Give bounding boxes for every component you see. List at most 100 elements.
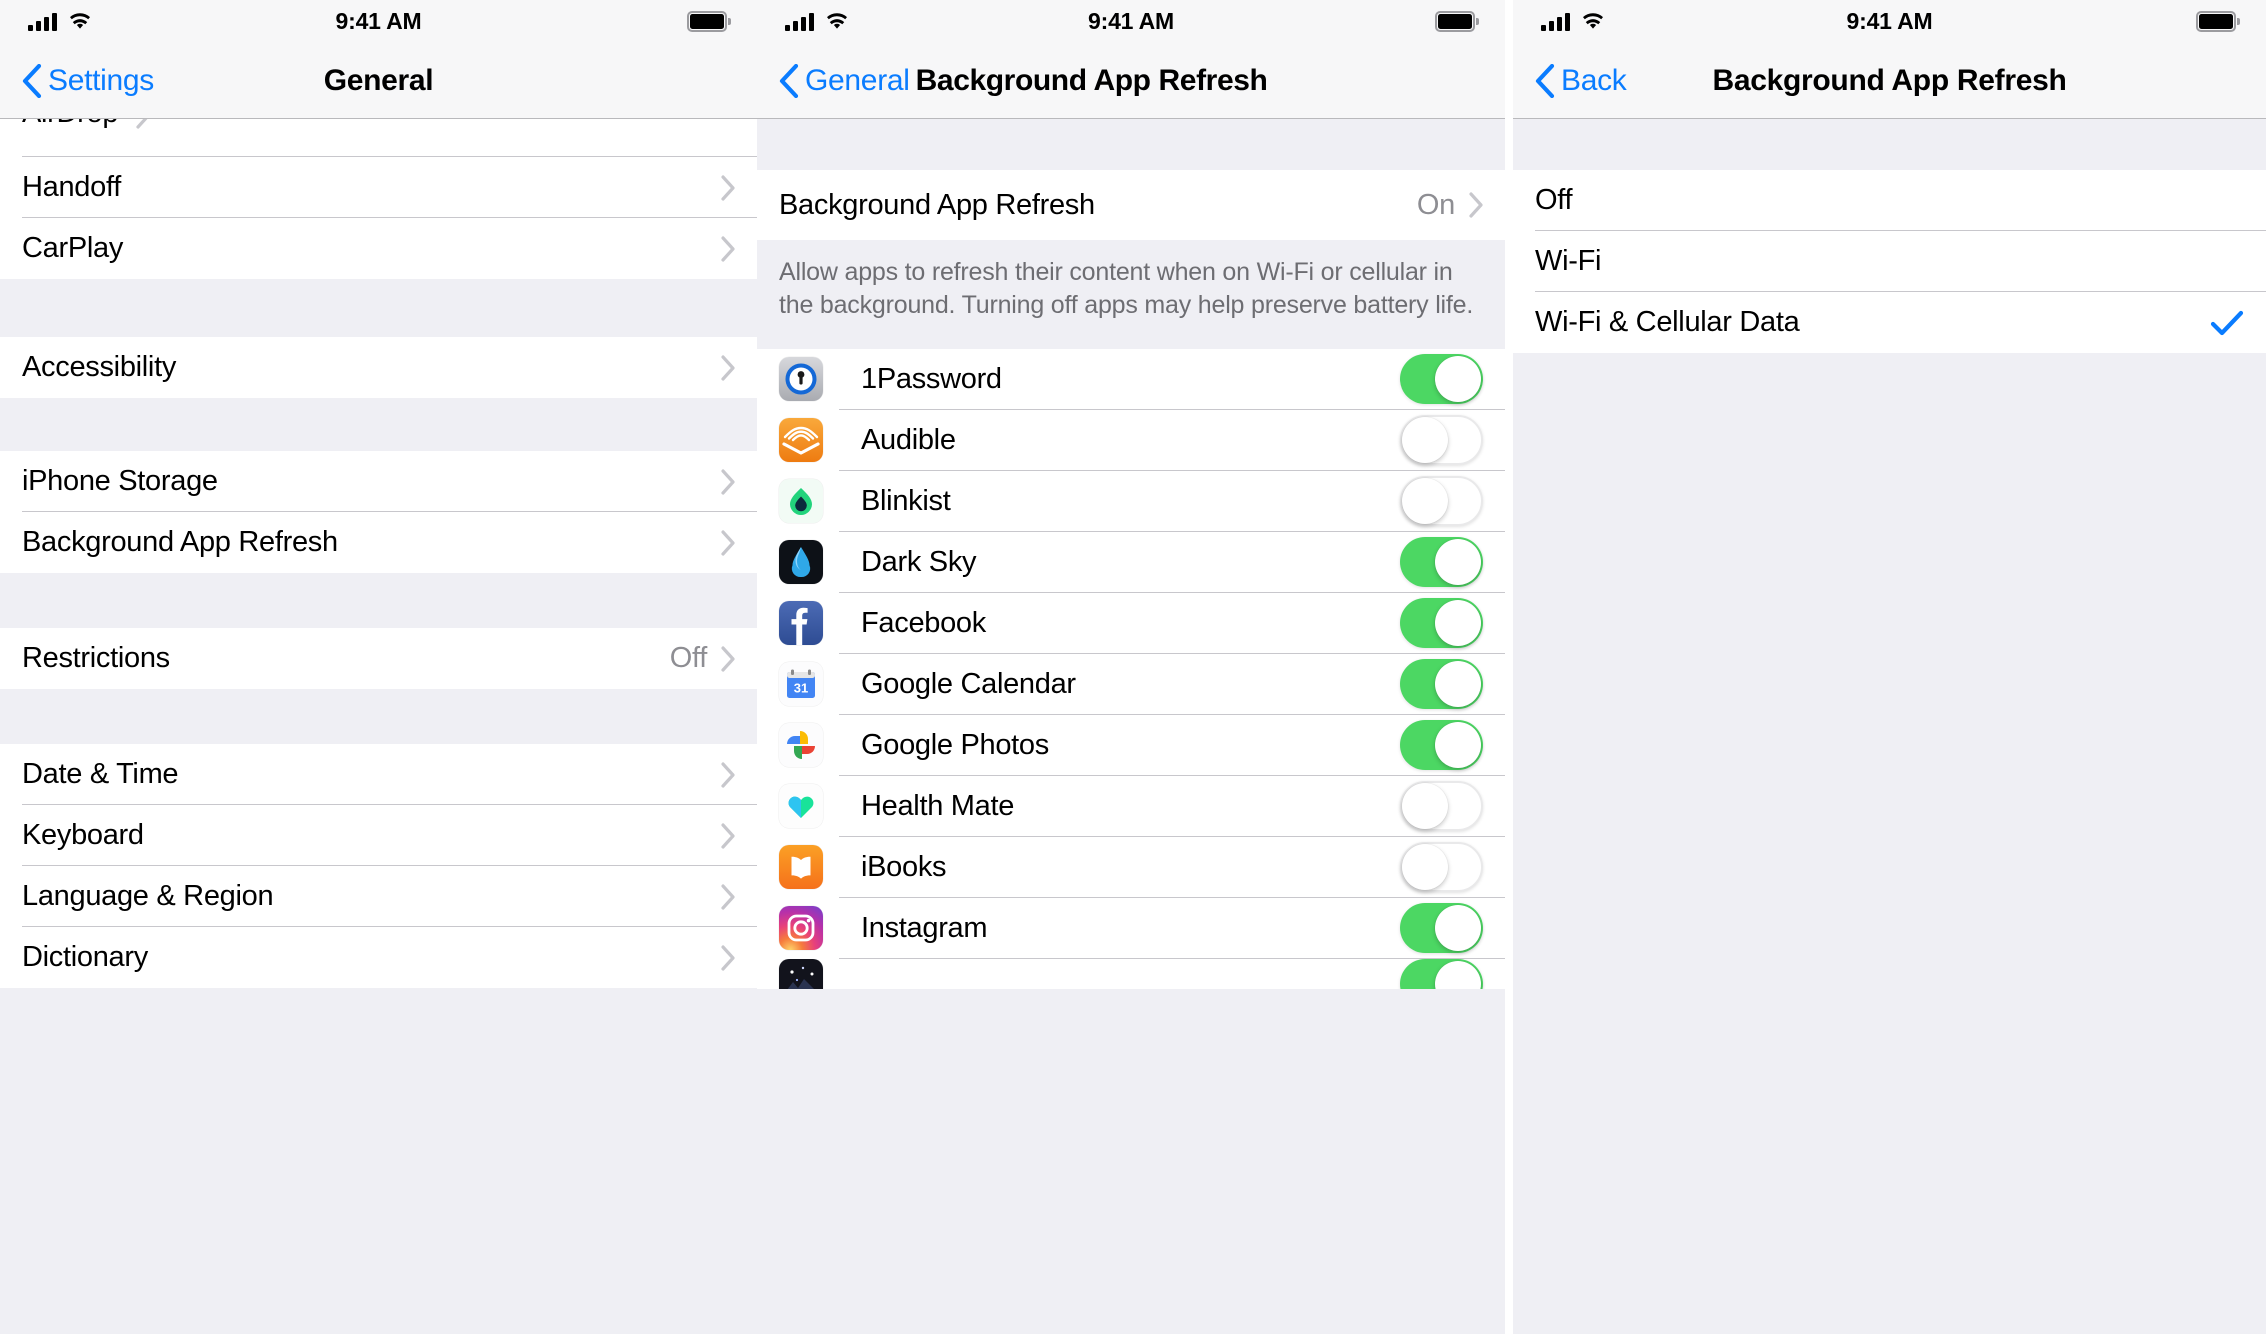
app-row-partial[interactable] [757, 958, 1505, 989]
app-row-instagram[interactable]: Instagram [757, 897, 1505, 959]
app-row-dark-sky[interactable]: Dark Sky [757, 531, 1505, 593]
app-row-google-calendar[interactable]: 31 Google Calendar [757, 653, 1505, 715]
app-toggle[interactable] [1400, 354, 1483, 404]
settings-row-carplay[interactable]: CarPlay [0, 218, 757, 279]
app-toggle[interactable] [1400, 415, 1483, 465]
row-label: Accessibility [22, 351, 177, 383]
settings-row-accessibility[interactable]: Accessibility [0, 337, 757, 398]
google-photos-icon [779, 723, 823, 767]
health-mate-icon [779, 784, 823, 828]
app-toggle[interactable] [1400, 781, 1483, 831]
chevron-right-icon [721, 235, 735, 262]
refresh-options-list[interactable]: Off Wi-Fi Wi-Fi & Cellular Data [1513, 119, 2266, 1334]
row-value: On [1416, 188, 1455, 221]
row-label: Date & Time [22, 758, 179, 790]
settings-row-handoff[interactable]: Handoff [0, 157, 757, 218]
back-button-general[interactable]: General [779, 63, 910, 98]
app-toggle[interactable] [1400, 720, 1483, 770]
row-label: AirDrop [22, 119, 119, 130]
option-row-off[interactable]: Off [1513, 170, 2266, 231]
phone-screen-general: 9:41 AM Settings General AirDrop [0, 0, 757, 1334]
blinkist-icon [779, 479, 823, 523]
chevron-right-icon [721, 354, 735, 381]
settings-row-background-app-refresh[interactable]: Background App Refresh [0, 512, 757, 573]
footer-description: Allow apps to refresh their content when… [757, 240, 1505, 349]
phone-screen-background-app-refresh: 9:41 AM General Background App Refresh B… [757, 0, 1505, 1334]
settings-row-restrictions[interactable]: Restrictions Off [0, 628, 757, 689]
option-label: Wi-Fi & Cellular Data [1535, 306, 1800, 338]
chevron-right-icon [721, 174, 735, 201]
dark-sky-icon [779, 540, 823, 584]
row-label: Keyboard [22, 819, 144, 851]
status-bar: 9:41 AM [757, 0, 1505, 43]
chevron-right-icon [721, 944, 735, 971]
option-row-wifi[interactable]: Wi-Fi [1513, 231, 2266, 292]
app-name: Facebook [861, 606, 986, 639]
app-row-1password[interactable]: 1Password [757, 348, 1505, 410]
chevron-left-icon [779, 63, 799, 98]
battery-full-icon [687, 11, 731, 32]
settings-row-airdrop[interactable]: AirDrop [0, 119, 757, 157]
settings-row-language-region[interactable]: Language & Region [0, 866, 757, 927]
app-toggle[interactable] [1400, 958, 1483, 989]
navigation-bar: Settings General [0, 43, 757, 119]
app-name: iBooks [861, 850, 947, 883]
row-label: Background App Refresh [779, 188, 1095, 221]
app-row-ibooks[interactable]: iBooks [757, 836, 1505, 898]
settings-group-storage: iPhone Storage Background App Refresh [0, 451, 757, 573]
facebook-icon [779, 601, 823, 645]
row-label: CarPlay [22, 232, 124, 264]
status-bar: 9:41 AM [0, 0, 757, 43]
app-row-blinkist[interactable]: Blinkist [757, 470, 1505, 532]
status-bar-right [2196, 0, 2240, 43]
row-label: Handoff [22, 171, 121, 203]
group-spacer [0, 398, 757, 451]
chevron-right-icon [721, 883, 735, 910]
app-toggle[interactable] [1400, 537, 1483, 587]
app-row-audible[interactable]: Audible [757, 409, 1505, 471]
chevron-right-icon [1469, 192, 1483, 218]
option-label: Wi-Fi [1535, 245, 1602, 277]
status-bar: 9:41 AM [1513, 0, 2266, 43]
settings-row-iphone-storage[interactable]: iPhone Storage [0, 451, 757, 512]
app-toggle[interactable] [1400, 659, 1483, 709]
app-row-facebook[interactable]: Facebook [757, 592, 1505, 654]
app-toggle[interactable] [1400, 476, 1483, 526]
row-value: Off [669, 642, 708, 674]
app-toggle[interactable] [1400, 598, 1483, 648]
option-row-wifi-cellular[interactable]: Wi-Fi & Cellular Data [1513, 292, 2266, 353]
page-title: Background App Refresh [915, 63, 1268, 97]
group-spacer [0, 689, 757, 744]
settings-group-connectivity: AirDrop Handoff CarPlay [0, 119, 757, 279]
app-row-google-photos[interactable]: Google Photos [757, 714, 1505, 776]
app-toggle[interactable] [1400, 842, 1483, 892]
app-name: Health Mate [861, 789, 1015, 822]
row-label: Language & Region [22, 880, 274, 912]
row-label: Restrictions [22, 642, 170, 674]
option-label: Off [1535, 184, 1573, 216]
master-switch-group: Background App Refresh On [757, 170, 1505, 240]
page-title: Background App Refresh [1712, 64, 2067, 97]
settings-row-background-app-refresh-mode[interactable]: Background App Refresh On [757, 170, 1505, 240]
settings-list[interactable]: AirDrop Handoff CarPlay [0, 119, 757, 1334]
app-name: Google Photos [861, 728, 1049, 761]
svg-text:31: 31 [794, 681, 808, 696]
settings-row-dictionary[interactable]: Dictionary [0, 927, 757, 988]
status-bar-right [687, 0, 731, 43]
background-app-refresh-list[interactable]: Background App Refresh On Allow apps to … [757, 119, 1505, 1334]
app-toggle[interactable] [1400, 903, 1483, 953]
app-row-health-mate[interactable]: Health Mate [757, 775, 1505, 837]
status-bar-clock: 9:41 AM [335, 8, 422, 34]
panel-divider [1505, 0, 1513, 1334]
1password-icon [779, 357, 823, 401]
settings-row-keyboard[interactable]: Keyboard [0, 805, 757, 866]
row-label: Dictionary [22, 941, 148, 973]
phone-screen-refresh-options: 9:41 AM Back Background App Refresh Off [1513, 0, 2266, 1334]
settings-group-localization: Date & Time Keyboard Language & Region D… [0, 744, 757, 988]
battery-full-icon [2196, 11, 2240, 32]
app-name: Audible [861, 423, 956, 456]
settings-row-date-time[interactable]: Date & Time [0, 744, 757, 805]
navigation-bar: General Background App Refresh [757, 43, 1505, 119]
app-name: 1Password [861, 362, 1002, 395]
three-phone-screenshots: 9:41 AM Settings General AirDrop [0, 0, 2266, 1334]
